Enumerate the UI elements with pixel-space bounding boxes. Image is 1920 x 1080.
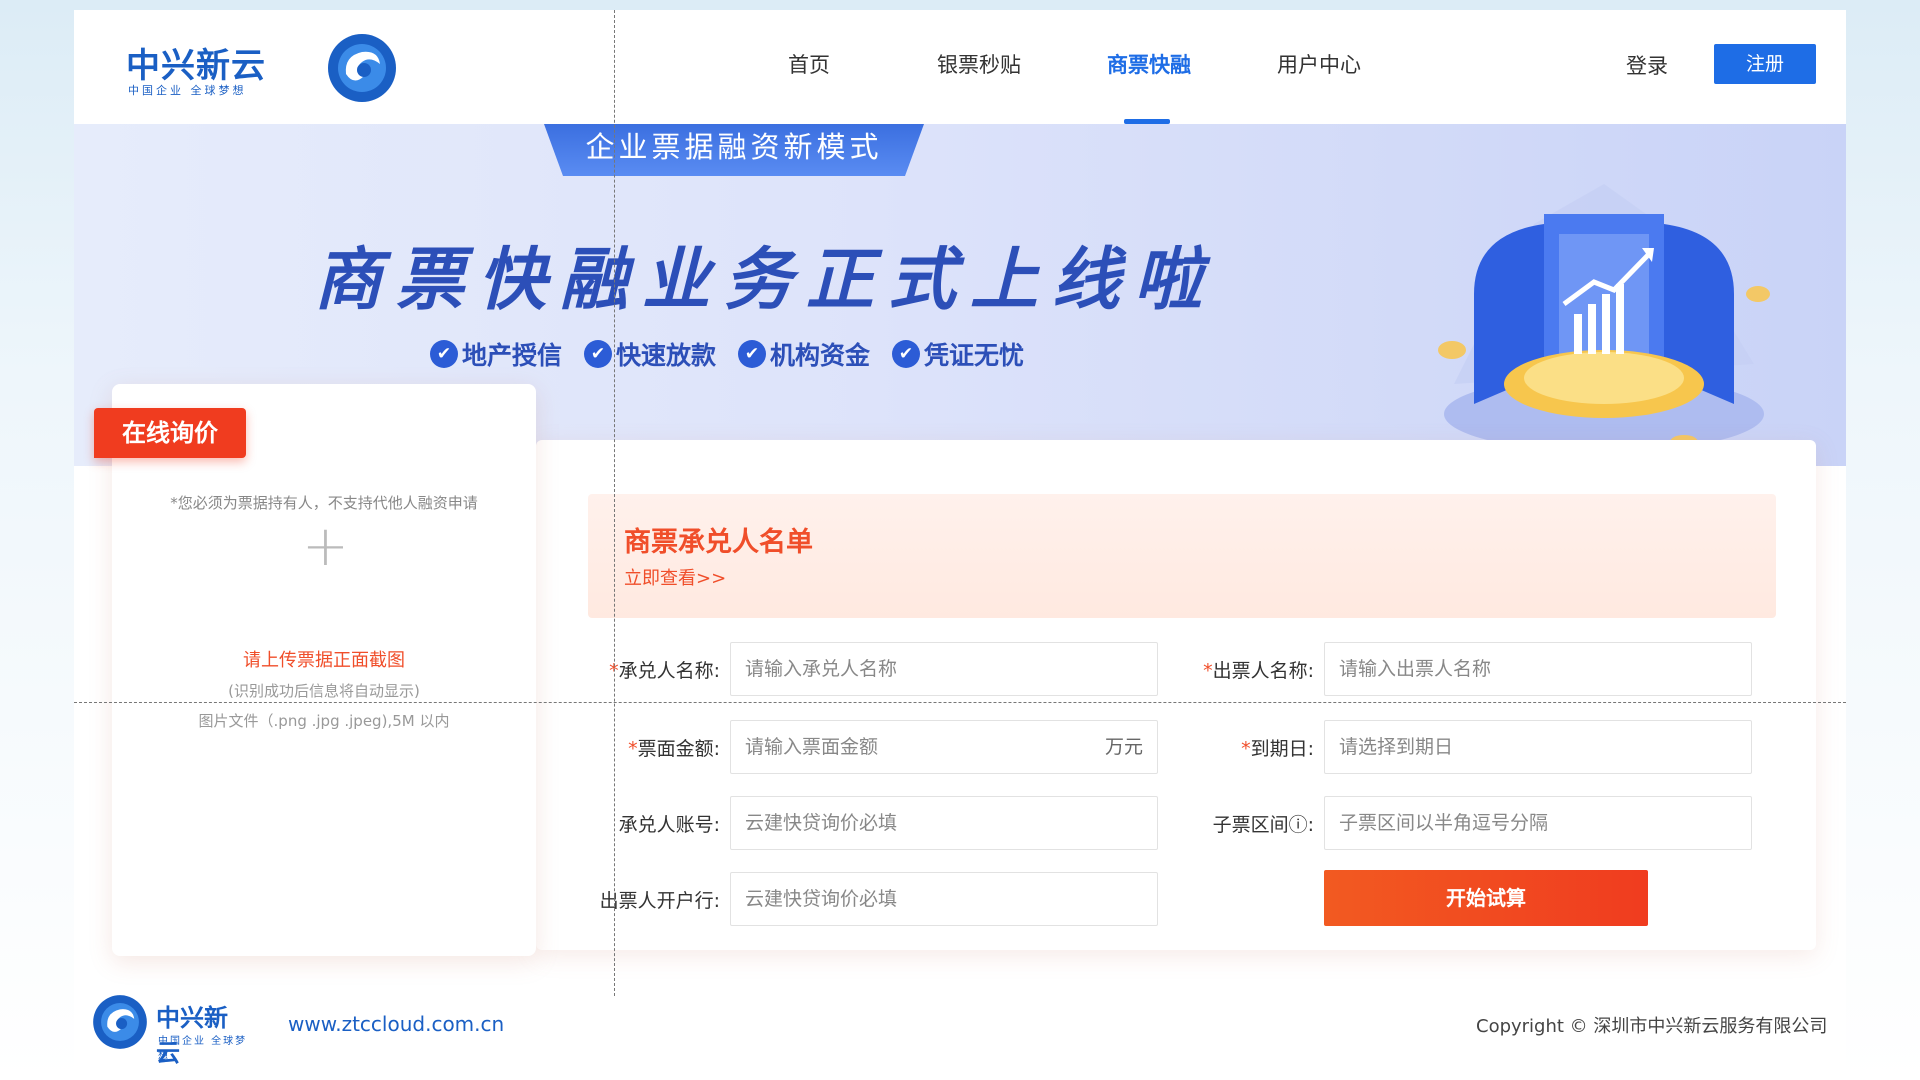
feature-item: ✔ 凭证无忧 <box>892 336 1024 372</box>
required-mark: * <box>1241 738 1251 760</box>
face-amount-input[interactable]: 请输入票面金额 万元 <box>730 720 1158 774</box>
placeholder-text: 请输入票面金额 <box>745 736 879 758</box>
label-text: 到期日: <box>1250 738 1314 760</box>
growth-chart-illustration-icon <box>1438 184 1770 452</box>
feature-label: 凭证无忧 <box>924 341 1025 370</box>
register-button[interactable]: 注册 <box>1714 44 1816 84</box>
due-date-picker[interactable]: 请选择到期日 <box>1324 720 1752 774</box>
vertical-guide-line <box>614 10 615 996</box>
drawer-name-input[interactable]: 请输入出票人名称 <box>1324 642 1752 696</box>
drawer-bank-label: 出票人开户行: <box>599 890 720 912</box>
placeholder-text: 请输入出票人名称 <box>1339 658 1492 680</box>
nav-home[interactable]: 首页 <box>724 10 894 124</box>
check-icon: ✔ <box>584 340 613 368</box>
sub-ticket-range-input[interactable]: 子票区间以半角逗号分隔 <box>1324 796 1752 850</box>
upload-card: *您必须为票据持有人，不支持代他人融资申请 + 请上传票据正面截图 (识别成功后… <box>112 384 536 956</box>
acceptor-name-input[interactable]: 请输入承兑人名称 <box>730 642 1158 696</box>
cloud-logo-icon <box>328 34 396 102</box>
banner-title: 商票快融业务正式上线啦 <box>314 241 1217 320</box>
upload-subtitle: (识别成功后信息将自动显示) <box>228 682 420 700</box>
acceptor-account-input[interactable]: 云建快贷询价必填 <box>730 796 1158 850</box>
face-amount-label: *票面金额: <box>580 734 720 761</box>
required-mark: * <box>1203 660 1213 682</box>
horizontal-guide-line <box>74 702 1846 703</box>
placeholder-text: 云建快贷询价必填 <box>745 812 898 834</box>
tab-online-inquiry[interactable]: 在线询价 <box>94 408 246 458</box>
banner-features: ✔ 地产授信 ✔ 快速放款 ✔ 机构资金 ✔ 凭证无忧 <box>430 336 1024 372</box>
logo-slogan: 中国企业 全球梦想 <box>128 84 247 97</box>
unit-suffix: 万元 <box>1104 736 1143 758</box>
banner-tag: 企业票据融资新模式 <box>544 124 924 176</box>
acceptor-account-label: 承兑人账号: <box>618 814 720 836</box>
brand-logo[interactable]: 中兴新云 中国企业 全球梦想 <box>126 30 396 110</box>
label-text: 出票人名称: <box>1212 660 1314 682</box>
top-header: 中兴新云 中国企业 全球梦想 首页 银票秒贴 商票快融 用户中心 登录 注册 <box>74 10 1846 124</box>
placeholder-text: 请选择到期日 <box>1339 736 1454 758</box>
placeholder-text: 请输入承兑人名称 <box>745 658 898 680</box>
view-now-link[interactable]: 立即查看>> <box>624 564 726 590</box>
check-icon: ✔ <box>738 340 767 368</box>
required-mark: * <box>628 738 638 760</box>
start-calculation-button[interactable]: 开始试算 <box>1324 870 1648 926</box>
acceptor-list-title: 商票承兑人名单 <box>624 527 813 558</box>
nav-user-center[interactable]: 用户中心 <box>1234 10 1404 124</box>
add-icon[interactable]: + <box>302 514 349 579</box>
nav-bank-bill[interactable]: 银票秒贴 <box>894 10 1064 124</box>
main-nav: 首页 银票秒贴 商票快融 用户中心 <box>724 10 1404 124</box>
check-icon: ✔ <box>430 340 458 368</box>
cloud-logo-icon <box>93 995 147 1049</box>
check-icon: ✔ <box>892 340 921 368</box>
drawer-name-label: *出票人名称: <box>1174 656 1314 683</box>
footer-logo-slogan: 中国企业 全球梦想 <box>158 1036 248 1062</box>
feature-label: 机构资金 <box>770 341 871 370</box>
due-date-label: *到期日: <box>1174 734 1314 761</box>
acceptor-name-label: *承兑人名称: <box>580 656 720 683</box>
label-text: 承兑人名称: <box>618 660 720 682</box>
holder-notice: *您必须为票据持有人，不支持代他人融资申请 <box>170 494 478 512</box>
nav-commercial-bill[interactable]: 商票快融 <box>1064 10 1234 124</box>
placeholder-text: 云建快贷询价必填 <box>745 888 898 910</box>
website-link[interactable]: www.ztccloud.com.cn <box>288 1012 504 1036</box>
footer-logo[interactable]: 中兴新云 中国企业 全球梦想 <box>90 992 250 1067</box>
feature-label: 地产授信 <box>462 341 563 370</box>
login-link[interactable]: 登录 <box>1626 50 1668 80</box>
feature-item: ✔ 地产授信 <box>430 336 562 372</box>
acceptor-list-panel: 商票承兑人名单 立即查看>> <box>588 494 1776 618</box>
feature-item: ✔ 快速放款 <box>584 336 716 372</box>
label-text: 票面金额: <box>637 738 720 760</box>
placeholder-text: 子票区间以半角逗号分隔 <box>1339 812 1549 834</box>
drawer-bank-input[interactable]: 云建快贷询价必填 <box>730 872 1158 926</box>
feature-label: 快速放款 <box>616 341 717 370</box>
upload-title[interactable]: 请上传票据正面截图 <box>112 646 536 672</box>
upload-file-types: 图片文件（.png .jpg .jpeg),5M 以内 <box>198 712 450 730</box>
logo-text: 中兴新云 <box>126 46 266 86</box>
copyright-text: Copyright © 深圳市中兴新云服务有限公司 <box>1476 1016 1828 1037</box>
sub-ticket-range-label: 子票区间ⓘ: <box>1212 814 1314 836</box>
feature-item: ✔ 机构资金 <box>738 336 870 372</box>
